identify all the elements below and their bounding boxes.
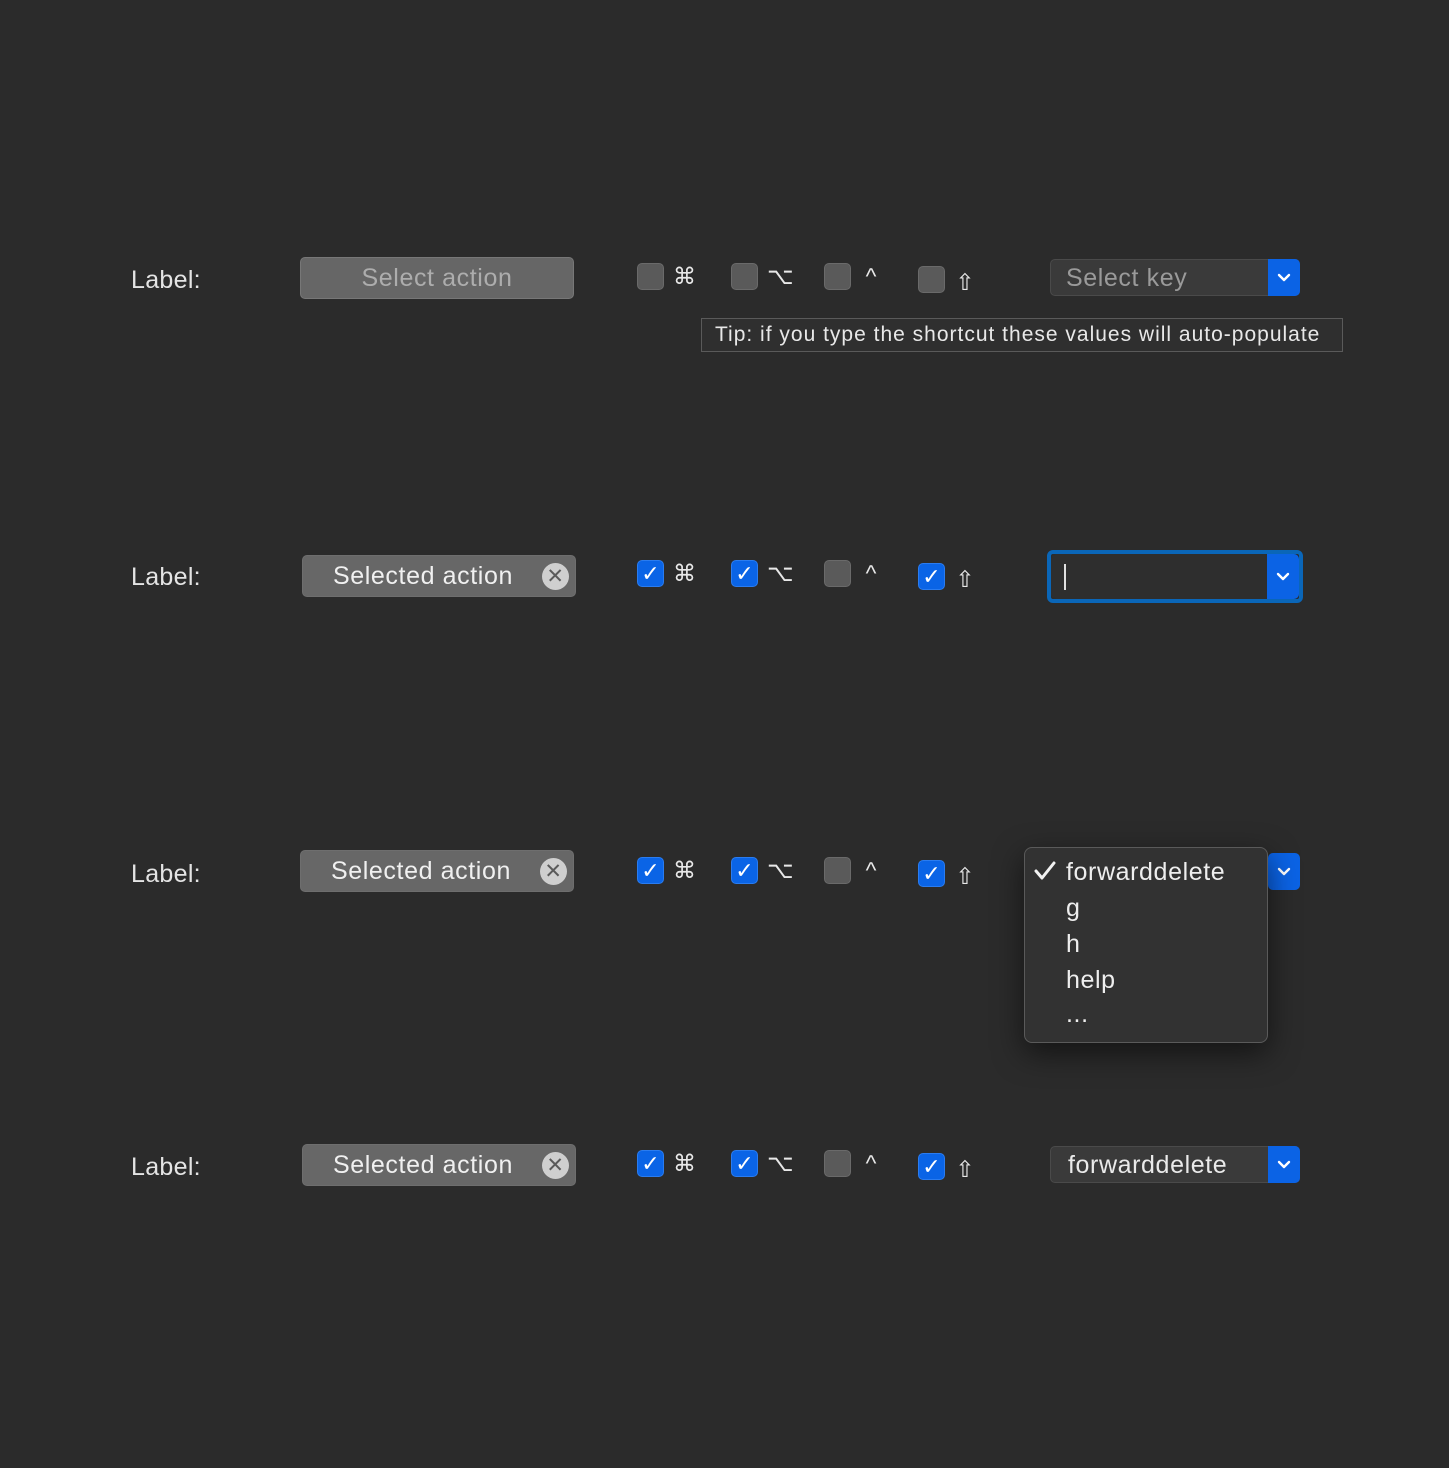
- modifier-option[interactable]: ✓ ⌥: [731, 560, 794, 587]
- selected-action-button[interactable]: Selected action ✕: [300, 850, 574, 892]
- modifier-option[interactable]: ✓ ⌥: [731, 857, 794, 884]
- shift-checkbox[interactable]: ✓: [918, 563, 945, 590]
- modifier-command[interactable]: ✓ ⌘: [637, 560, 696, 587]
- shortcut-row-2: Label: Selected action ✕ ✓ ⌘ ✓ ⌥ ^ ✓ ⇧: [0, 547, 1449, 607]
- control-key-icon: ^: [865, 1150, 877, 1176]
- modifier-option[interactable]: ⌥: [731, 263, 794, 290]
- chevron-down-icon: [1276, 572, 1290, 580]
- modifier-option[interactable]: ✓ ⌥: [731, 1150, 794, 1177]
- command-key-icon: ⌘: [673, 263, 696, 289]
- command-key-icon: ⌘: [673, 1150, 696, 1176]
- modifier-shift[interactable]: ✓ ⇧: [918, 1150, 976, 1183]
- row-label: Label:: [131, 266, 201, 294]
- option-checkbox[interactable]: ✓: [731, 857, 758, 884]
- shift-checkbox[interactable]: [918, 266, 945, 293]
- clear-circle-icon[interactable]: ✕: [542, 563, 569, 590]
- command-key-icon: ⌘: [673, 857, 696, 883]
- command-checkbox[interactable]: ✓: [637, 857, 664, 884]
- key-combobox[interactable]: forwarddelete: [1050, 1146, 1300, 1183]
- shift-key-icon: ⇧: [955, 863, 975, 889]
- command-checkbox[interactable]: [637, 263, 664, 290]
- modifier-control[interactable]: ^: [824, 857, 882, 884]
- clear-circle-icon[interactable]: ✕: [542, 1152, 569, 1179]
- select-action-button[interactable]: Select action: [300, 257, 574, 299]
- control-key-icon: ^: [865, 263, 877, 289]
- key-dropdown-menu: forwarddelete g h help ...: [1024, 847, 1268, 1043]
- row-label: Label:: [131, 860, 201, 888]
- shift-key-icon: ⇧: [955, 566, 975, 592]
- text-caret: [1064, 564, 1066, 590]
- menu-item-h[interactable]: h: [1066, 930, 1081, 959]
- control-key-icon: ^: [865, 560, 877, 586]
- chevron-down-icon: [1277, 1160, 1291, 1168]
- menu-item-g[interactable]: g: [1066, 894, 1081, 923]
- shortcut-row-4: Label: Selected action ✕ ✓ ⌘ ✓ ⌥ ^ ✓ ⇧ f…: [0, 1137, 1449, 1197]
- option-checkbox[interactable]: [731, 263, 758, 290]
- option-checkbox[interactable]: ✓: [731, 560, 758, 587]
- combobox-dropdown-button[interactable]: [1268, 1146, 1300, 1183]
- modifier-shift[interactable]: ✓ ⇧: [918, 857, 976, 890]
- modifier-command[interactable]: ⌘: [637, 263, 696, 290]
- key-combobox-focused[interactable]: [1051, 554, 1299, 599]
- combobox-dropdown-button[interactable]: [1268, 853, 1300, 890]
- control-checkbox[interactable]: [824, 1150, 851, 1177]
- shortcut-tip-tooltip: Tip: if you type the shortcut these valu…: [701, 318, 1343, 352]
- modifier-command[interactable]: ✓ ⌘: [637, 857, 696, 884]
- selected-action-button[interactable]: Selected action ✕: [302, 555, 576, 597]
- modifier-command[interactable]: ✓ ⌘: [637, 1150, 696, 1177]
- select-key-combobox[interactable]: Select key: [1050, 259, 1300, 296]
- row-label: Label:: [131, 563, 201, 591]
- option-key-icon: ⌥: [767, 1150, 794, 1176]
- option-key-icon: ⌥: [767, 263, 794, 289]
- modifier-control[interactable]: ^: [824, 1150, 882, 1177]
- select-key-placeholder: Select key: [1066, 264, 1188, 292]
- control-key-icon: ^: [865, 857, 877, 883]
- modifier-control[interactable]: ^: [824, 560, 882, 587]
- modifier-shift[interactable]: ⇧: [918, 263, 976, 296]
- menu-item-more[interactable]: ...: [1066, 1000, 1089, 1029]
- chevron-down-icon: [1277, 273, 1291, 281]
- combobox-dropdown-button[interactable]: [1267, 554, 1299, 599]
- shift-key-icon: ⇧: [955, 1156, 975, 1182]
- command-checkbox[interactable]: ✓: [637, 1150, 664, 1177]
- shortcut-row-1: Label: Select action ⌘ ⌥ ^ ⇧ Select key: [0, 250, 1449, 310]
- modifier-shift[interactable]: ✓ ⇧: [918, 560, 976, 593]
- shift-checkbox[interactable]: ✓: [918, 860, 945, 887]
- selected-key-value: forwarddelete: [1068, 1151, 1228, 1179]
- option-key-icon: ⌥: [767, 560, 794, 586]
- chevron-down-icon: [1277, 867, 1291, 875]
- control-checkbox[interactable]: [824, 857, 851, 884]
- control-checkbox[interactable]: [824, 560, 851, 587]
- row-label: Label:: [131, 1153, 201, 1181]
- option-key-icon: ⌥: [767, 857, 794, 883]
- combobox-dropdown-button[interactable]: [1268, 259, 1300, 296]
- control-checkbox[interactable]: [824, 263, 851, 290]
- shift-checkbox[interactable]: ✓: [918, 1153, 945, 1180]
- menu-item-forwarddelete[interactable]: forwarddelete: [1066, 858, 1225, 887]
- checkmark-icon: [1034, 861, 1056, 880]
- menu-item-help[interactable]: help: [1066, 966, 1116, 995]
- command-checkbox[interactable]: ✓: [637, 560, 664, 587]
- modifier-control[interactable]: ^: [824, 263, 882, 290]
- option-checkbox[interactable]: ✓: [731, 1150, 758, 1177]
- selected-action-button[interactable]: Selected action ✕: [302, 1144, 576, 1186]
- command-key-icon: ⌘: [673, 560, 696, 586]
- clear-circle-icon[interactable]: ✕: [540, 858, 567, 885]
- shift-key-icon: ⇧: [955, 269, 975, 295]
